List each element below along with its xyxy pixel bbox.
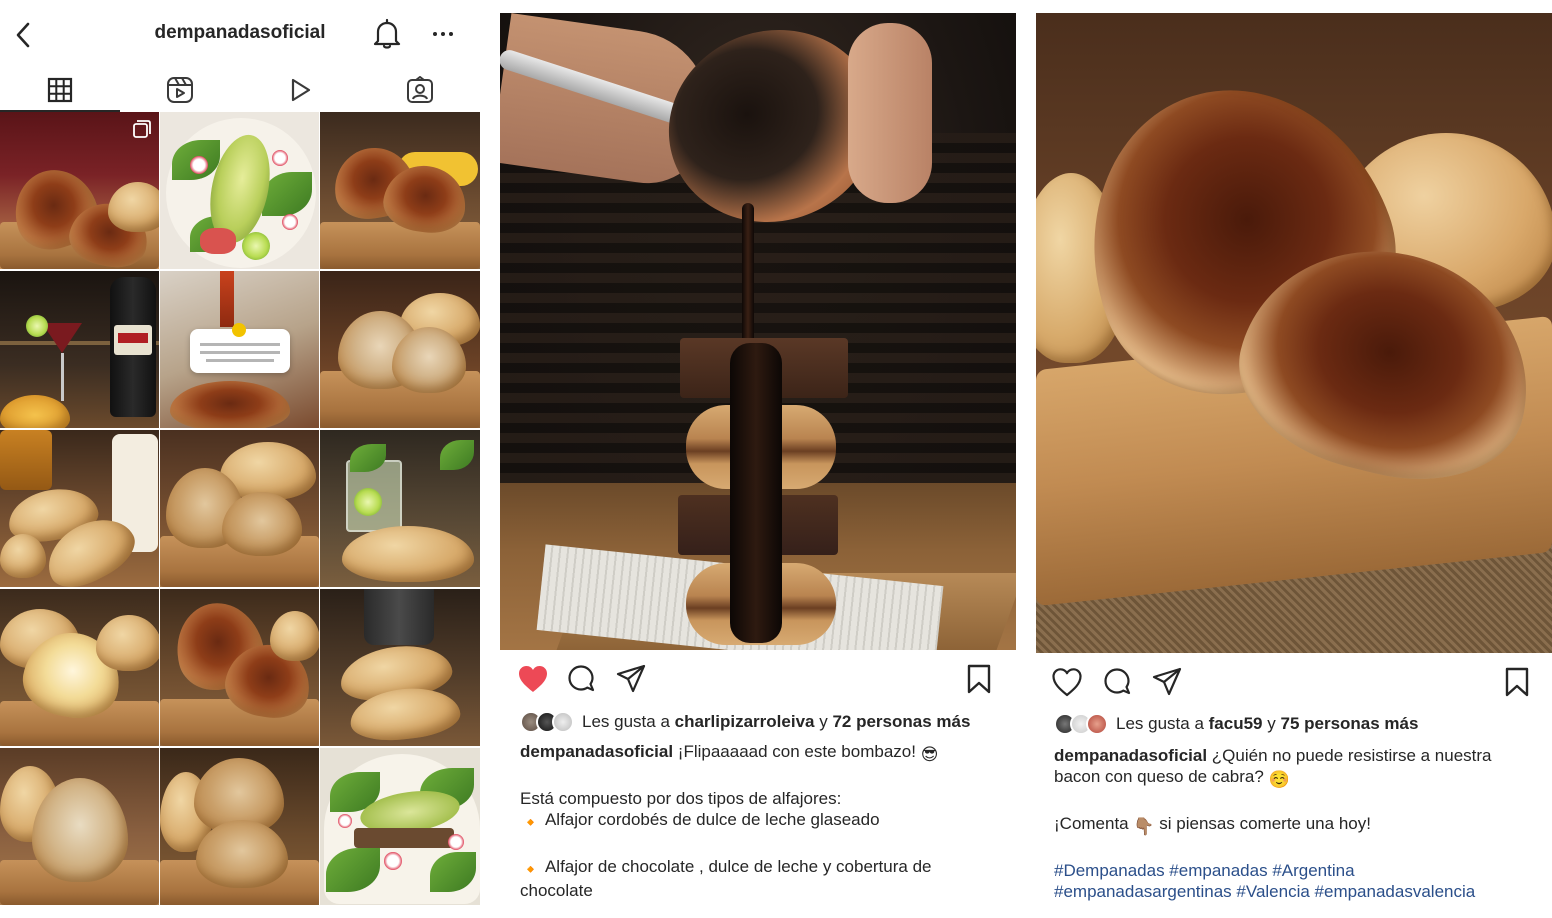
comment-icon [1104, 668, 1131, 695]
hashtags-line[interactable]: #empanadasargentinas #Valencia #empanada… [1054, 881, 1540, 902]
likes-summary: Les gusta a charlipizarroleiva y 72 pers… [520, 709, 970, 735]
multiple-photos-icon [133, 120, 151, 138]
grid-post-14[interactable] [160, 748, 319, 905]
avatar [552, 711, 574, 733]
pointing-down-emoji-icon: 👇🏽 [1133, 817, 1155, 836]
reels-icon [167, 77, 193, 103]
like-button[interactable] [1050, 665, 1084, 699]
posts-grid [0, 112, 480, 905]
caption-username[interactable]: dempanadasoficial [520, 742, 673, 761]
liker-username[interactable]: charlipizarroleiva [675, 712, 815, 732]
tagged-icon [407, 76, 433, 103]
grid-post-12[interactable] [320, 589, 480, 746]
send-icon [1152, 667, 1182, 696]
grid-post-3[interactable] [320, 112, 480, 269]
grid-post-2[interactable] [160, 112, 319, 269]
caption-line: ¡Comenta [1054, 814, 1129, 833]
grid-post-10[interactable] [0, 589, 159, 746]
caption-text: ¡Flipaaaaad con este bombazo! [677, 742, 916, 761]
smiling-emoji-icon: ☺️ [1268, 770, 1290, 789]
send-icon [616, 664, 646, 693]
comment-button[interactable] [564, 662, 598, 696]
orange-diamond-icon: 🔸 [520, 813, 542, 832]
comment-button[interactable] [1100, 665, 1134, 699]
comment-icon [568, 665, 595, 692]
likes-others-link[interactable]: 75 personas más [1280, 714, 1418, 734]
caption-line: Está compuesto por dos tipos de alfajore… [520, 789, 842, 808]
post-photo-empanadas[interactable] [1036, 13, 1552, 653]
caption-line: Alfajor de chocolate , dulce de leche y … [520, 857, 932, 900]
tab-tagged[interactable] [360, 68, 480, 112]
post-caption: dempanadasoficial ¿Quién no puede resist… [1054, 745, 1540, 902]
caption-line: si piensas comerte una hoy! [1159, 814, 1371, 833]
caption-line: Alfajor cordobés de dulce de leche glase… [544, 810, 880, 829]
profile-username: dempanadasoficial [154, 22, 326, 43]
liker-username[interactable]: facu59 [1209, 714, 1263, 734]
likes-prefix: Les gusta a [582, 712, 670, 731]
save-button[interactable] [1500, 665, 1534, 699]
profile-tabs [0, 68, 480, 112]
like-button[interactable] [516, 662, 550, 696]
grid-post-9[interactable] [320, 430, 480, 587]
hashtags-line[interactable]: #Dempanadas #empanadas #Argentina [1054, 860, 1540, 881]
tab-reels[interactable] [120, 68, 240, 112]
more-options-button[interactable] [428, 24, 458, 44]
post-actions [500, 660, 1016, 700]
tab-videos[interactable] [240, 68, 360, 112]
heart-outline-icon [1052, 668, 1082, 697]
grid-post-11[interactable] [160, 589, 319, 746]
grid-post-1[interactable] [0, 112, 159, 269]
heart-filled-icon [519, 666, 547, 692]
share-button[interactable] [614, 662, 648, 696]
grid-post-6[interactable] [320, 271, 480, 428]
likes-summary: Les gusta a facu59 y 75 personas más [1054, 711, 1418, 737]
more-dots-icon [433, 32, 453, 36]
notifications-button[interactable] [372, 18, 402, 50]
bookmark-icon [1505, 667, 1529, 697]
likes-others-link[interactable]: 72 personas más [832, 712, 970, 732]
liker-avatars[interactable] [1054, 713, 1112, 735]
likes-connector: y [1267, 714, 1276, 733]
liker-avatars[interactable] [520, 711, 578, 733]
orange-diamond-icon: 🔸 [520, 860, 542, 879]
bookmark-icon [967, 664, 991, 694]
grid-post-4[interactable] [0, 271, 159, 428]
video-play-icon [291, 78, 311, 102]
grid-post-13[interactable] [0, 748, 159, 905]
grid-post-15[interactable] [320, 748, 480, 905]
grid-post-5[interactable] [160, 271, 319, 428]
likes-prefix: Les gusta a [1116, 714, 1204, 733]
grid-post-7[interactable] [0, 430, 159, 587]
tab-grid[interactable] [0, 68, 120, 112]
share-button[interactable] [1150, 665, 1184, 699]
profile-header: dempanadasoficial [0, 0, 480, 68]
grid-icon [47, 77, 73, 103]
post-actions [1036, 663, 1552, 703]
sunglasses-emoji-icon: 😎 [920, 745, 939, 764]
post-caption: dempanadasoficial ¡Flipaaaaad con este b… [520, 741, 1000, 901]
save-button[interactable] [962, 662, 996, 696]
post-photo-alfajores[interactable] [500, 13, 1016, 650]
post-empanadas: Les gusta a facu59 y 75 personas más dem… [1036, 0, 1552, 918]
bell-icon [373, 18, 401, 49]
profile-panel: dempanadasoficial [0, 0, 480, 918]
caption-username[interactable]: dempanadasoficial [1054, 746, 1207, 765]
avatar [1086, 713, 1108, 735]
post-alfajores: Les gusta a charlipizarroleiva y 72 pers… [500, 0, 1016, 918]
grid-post-8[interactable] [160, 430, 319, 587]
likes-connector: y [819, 712, 828, 731]
